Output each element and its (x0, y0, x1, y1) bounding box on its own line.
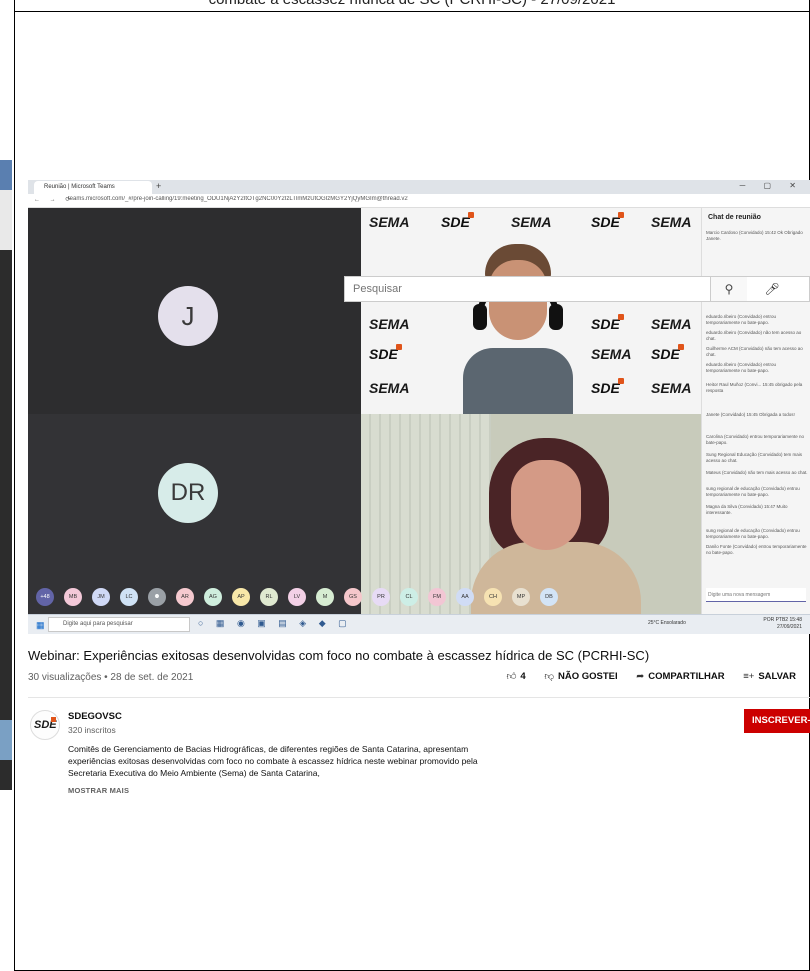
show-more-button[interactable]: MOSTRAR MAIS (68, 786, 129, 795)
participant-avatar[interactable]: AR (176, 588, 194, 606)
participant-avatar[interactable]: CL (400, 588, 418, 606)
video-player[interactable]: Reunião | Microsoft Teams + ─ ▢ ✕ ← → ⟳ … (28, 180, 810, 634)
participant-avatar[interactable]: CH (484, 588, 502, 606)
participant-avatar[interactable]: MB (64, 588, 82, 606)
chat-message: eduardo.ribeiro (Convidado) não tem aces… (706, 330, 802, 341)
chat-message: Mateus (Convidado) não tem mais acesso a… (706, 470, 808, 475)
browser-tab-strip: Reunião | Microsoft Teams + ─ ▢ ✕ (28, 180, 810, 194)
sema-logo: SEMA (369, 316, 410, 332)
save-button[interactable]: ≡+ SALVAR (743, 671, 796, 682)
window-controls-icon[interactable]: ─ ▢ ✕ (740, 181, 804, 190)
participant-tile-j: J (28, 208, 361, 414)
chat-message: Magna da Silva (Convidado) 15:47 Muito i… (706, 504, 788, 515)
participant-avatar[interactable]: LV (288, 588, 306, 606)
sde-logo: SDE (651, 344, 684, 362)
chat-message: eduardo.ribeiro (Convidado) entrou tempo… (706, 314, 777, 325)
youtube-search-bar: ⚲ 🎤︎ (344, 276, 810, 302)
sde-logo: SDE (591, 378, 624, 396)
chat-message: eduardo.ribeiro (Convidado) entrou tempo… (706, 362, 777, 373)
taskbar-weather: 25°C Ensolarado (648, 620, 686, 626)
windows-start-icon[interactable]: ▦ (36, 620, 45, 631)
chat-message: Carolina (Convidado) entrou temporariame… (706, 434, 805, 445)
participant-avatar[interactable]: JM (92, 588, 110, 606)
sema-logo: SEMA (511, 214, 552, 230)
participant-avatar[interactable]: ⚉ (148, 588, 166, 606)
speaker-video-tile: SEMA SDE SEMA SDE SEMA SEMA SDE SEMA SDE… (361, 208, 701, 414)
windows-taskbar: ▦ Digite aqui para pesquisar ○ ▦ ◉ ▣ ▤ ◈… (28, 614, 810, 634)
chat-message: Guilherme ACM (Convidado) não tem acesso… (706, 346, 803, 357)
channel-avatar[interactable]: SDE (30, 710, 60, 740)
chat-message: Marcio Cardoso (Convidado) 15:42 Ok Obri… (706, 230, 803, 241)
avatar: DR (158, 463, 218, 523)
dislike-button[interactable]: 👎︎ NÃO GOSTEI (544, 670, 617, 682)
participant-avatar[interactable]: DB (540, 588, 558, 606)
participant-avatar[interactable]: AA (456, 588, 474, 606)
participant-avatar[interactable]: AG (204, 588, 222, 606)
thumbs-down-icon: 👎︎ (544, 671, 554, 682)
chat-message: Danilo Fonte (Convidado) entrou temporar… (706, 544, 807, 555)
participant-avatar[interactable]: FM (428, 588, 446, 606)
chat-message: Sung Regional Educação (Convidado) tem m… (706, 452, 803, 463)
participant-avatar[interactable]: GS (344, 588, 362, 606)
like-button[interactable]: 👍︎ 4 (506, 670, 525, 682)
chat-title: Chat de reunião (708, 214, 761, 221)
sde-logo: SDE (591, 212, 624, 230)
channel-name[interactable]: SDEGOVSC (68, 711, 122, 722)
participant-avatar[interactable]: LC (120, 588, 138, 606)
participant-avatar-row: +48 MB JM LC ⚉ AR AG AP RL LV M GS PR CL FM AA CH MP DB (28, 586, 701, 608)
chat-message: Heitor Raul Muñoz (Convi... 15:45 obriga… (706, 382, 803, 393)
video-title: Webinar: Experiências exitosas desenvolv… (28, 648, 650, 663)
sema-logo: SEMA (369, 380, 410, 396)
address-url[interactable]: teams.microsoft.com/_#/pre-join-calling/… (68, 196, 428, 202)
speaker-person (459, 244, 577, 414)
chat-message-input[interactable]: Digite uma nova mensagem (706, 588, 806, 602)
video-description: Comitês de Gerenciamento de Bacias Hidro… (68, 744, 478, 778)
video-actions: 👍︎ 4 👎︎ NÃO GOSTEI ➦ COMPARTILHAR ≡+ SALVAR (490, 670, 796, 686)
sde-logo: SDE (441, 212, 474, 230)
document-header: combate à escassez hídrica de SC (PCRHI-… (14, 0, 810, 12)
sema-logo: SEMA (651, 380, 692, 396)
sema-logo: SEMA (651, 316, 692, 332)
chat-message: sung regional de educação (Convidado) en… (706, 528, 800, 539)
address-bar: ← → ⟳ teams.microsoft.com/_#/pre-join-ca… (28, 194, 810, 208)
sema-logo: SEMA (591, 346, 632, 362)
taskbar-apps-icon[interactable]: ○ ▦ ◉ ▣ ▤ ◈ ◆ ▢ (198, 618, 352, 629)
participant-video-tile (361, 414, 701, 614)
taskbar-search-input[interactable]: Digite aqui para pesquisar (48, 617, 190, 632)
sde-logo: SDE (591, 314, 624, 332)
document-header-text: combate à escassez hídrica de SC (PCRHI-… (14, 0, 810, 8)
search-icon[interactable]: ⚲ (711, 277, 747, 301)
sema-logo: SEMA (651, 214, 692, 230)
browser-tab[interactable]: Reunião | Microsoft Teams (34, 181, 152, 194)
left-window-strip (0, 160, 12, 790)
share-icon: ➦ (636, 671, 645, 682)
participant-avatar[interactable]: MP (512, 588, 530, 606)
participant-avatar[interactable]: +48 (36, 588, 54, 606)
participant-avatar[interactable]: AP (232, 588, 250, 606)
avatar: J (158, 286, 218, 346)
subscriber-count: 320 inscritos (68, 725, 116, 735)
new-tab-icon[interactable]: + (156, 181, 161, 191)
add-to-playlist-icon: ≡+ (743, 671, 755, 682)
taskbar-clock: POR PTB2 15:48 27/09/2021 (763, 617, 802, 630)
share-button[interactable]: ➦ COMPARTILHAR (636, 671, 724, 682)
participant-tile-dr: DR (28, 414, 361, 614)
chat-message: sung regional de educação (Convidado) en… (706, 486, 800, 497)
participant-avatar[interactable]: M (316, 588, 334, 606)
meeting-chat-panel: Chat de reunião Marcio Cardoso (Convidad… (701, 208, 810, 614)
chat-message: Janete (Convidado) 15:45 Obrigada a todo… (706, 412, 795, 417)
participant-avatar[interactable]: RL (260, 588, 278, 606)
sde-logo: SDE (369, 344, 402, 362)
sema-logo: SEMA (369, 214, 410, 230)
microphone-icon[interactable]: 🎤︎ (757, 277, 787, 301)
participant-avatar[interactable]: PR (372, 588, 390, 606)
video-meta: 30 visualizações • 28 de set. de 2021 (28, 672, 194, 683)
subscribe-button[interactable]: INSCREVER-SE (744, 709, 810, 733)
thumbs-up-icon: 👍︎ (506, 671, 517, 682)
search-input[interactable] (345, 277, 711, 301)
divider (28, 697, 810, 698)
